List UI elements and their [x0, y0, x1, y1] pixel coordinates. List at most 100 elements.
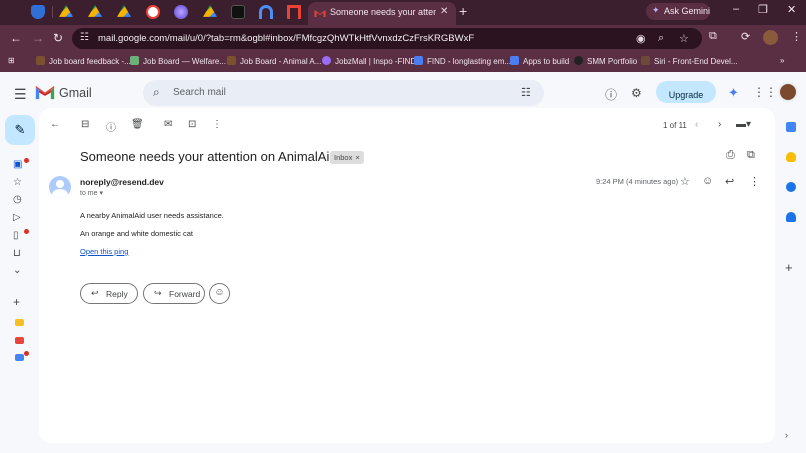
- active-tab[interactable]: Someone needs your attention on AnimalAi…: [308, 2, 456, 25]
- move-to-icon[interactable]: ⊡: [188, 119, 196, 130]
- tab-favicon-shield-icon[interactable]: [31, 5, 45, 19]
- more-chevron-down-icon[interactable]: ⌄: [13, 265, 21, 276]
- bookmark-label: JobzMall | Inspo -FIND: [335, 57, 417, 66]
- back-icon[interactable]: ←: [10, 31, 22, 45]
- tab-favicon-drive-icon[interactable]: [59, 5, 73, 17]
- main-menu-icon[interactable]: ☰: [14, 86, 27, 103]
- emoji-reaction-button[interactable]: ☺: [209, 283, 230, 304]
- extensions-icon[interactable]: ⧉: [709, 30, 717, 43]
- hide-side-panel-chevron-icon[interactable]: ›: [785, 430, 788, 440]
- new-tab-button[interactable]: +: [459, 3, 467, 19]
- back-to-inbox-icon[interactable]: ←: [50, 119, 60, 130]
- create-label-plus-icon[interactable]: +: [13, 295, 20, 309]
- report-spam-icon[interactable]: ⓘ: [106, 119, 116, 134]
- label-tag-icon[interactable]: [15, 319, 24, 326]
- gemini-spark-icon: ✦: [652, 5, 660, 15]
- tab-close-icon[interactable]: ✕: [440, 6, 448, 17]
- compose-button[interactable]: ✎: [5, 115, 35, 145]
- more-options-icon[interactable]: ⋮: [212, 119, 222, 130]
- notification-dot: [24, 158, 29, 163]
- forward-icon: ↪: [154, 288, 162, 298]
- close-window-button[interactable]: ✕: [787, 3, 796, 16]
- google-apps-icon[interactable]: ⋮⋮: [753, 85, 777, 99]
- browser-menu-icon[interactable]: ⋮: [791, 30, 802, 43]
- get-addons-plus-icon[interactable]: +: [785, 260, 793, 275]
- sync-icon[interactable]: ⟳: [741, 30, 750, 43]
- bookmark-favicon: [414, 56, 423, 65]
- inbox-icon[interactable]: ▣: [13, 159, 22, 170]
- tasks-icon[interactable]: [786, 182, 796, 192]
- bookmark-item[interactable]: JobzMall | Inspo -FIND: [322, 56, 416, 66]
- forward-icon[interactable]: →: [32, 31, 44, 45]
- add-reaction-emoji-icon[interactable]: ☺: [702, 175, 713, 187]
- search-icon[interactable]: ⌕: [153, 85, 160, 100]
- calendar-icon[interactable]: [786, 122, 796, 132]
- tab-favicon-drive-icon[interactable]: [88, 5, 102, 17]
- purchases-bag-icon[interactable]: ⊔: [13, 248, 21, 259]
- bookmark-star-icon[interactable]: ☆: [679, 32, 689, 45]
- eye-icon[interactable]: ◉: [636, 32, 646, 45]
- bookmarks-overflow-icon[interactable]: »: [780, 56, 784, 65]
- input-tools-keyboard-icon[interactable]: ▬▾: [736, 119, 751, 130]
- open-ping-link[interactable]: Open this ping: [80, 247, 128, 256]
- bookmark-item[interactable]: FIND - longlasting em...: [414, 56, 511, 66]
- archive-icon[interactable]: ⊟: [81, 119, 89, 130]
- newer-chevron-icon[interactable]: ‹: [695, 119, 698, 130]
- message-more-icon[interactable]: ⋮: [749, 175, 760, 188]
- bookmark-item[interactable]: Job board feedback -...: [36, 56, 131, 66]
- bookmark-item[interactable]: Apps to build: [510, 56, 569, 66]
- starred-icon[interactable]: ☆: [13, 177, 22, 188]
- label-tag-icon[interactable]: [15, 354, 24, 361]
- reply-arrow-icon[interactable]: ↩: [725, 175, 734, 188]
- search-input[interactable]: Search mail: [173, 87, 226, 98]
- apps-grid-icon[interactable]: ⊞: [8, 56, 15, 65]
- contacts-icon[interactable]: [786, 212, 796, 222]
- tab-favicon-dark-app-icon[interactable]: [231, 5, 245, 19]
- drafts-icon[interactable]: ▯: [13, 230, 19, 241]
- mark-unread-icon[interactable]: ✉: [164, 119, 172, 130]
- url-text[interactable]: mail.google.com/mail/u/0/?tab=rm&ogbl#in…: [98, 33, 474, 44]
- gemini-spark-icon[interactable]: ✦: [728, 85, 739, 101]
- delete-trash-icon[interactable]: 🗑: [131, 119, 144, 130]
- recipient-details[interactable]: to me ▾: [80, 189, 103, 197]
- sender-address[interactable]: noreply@resend.dev: [80, 177, 164, 187]
- reply-button[interactable]: ↩ Reply: [80, 283, 138, 304]
- account-avatar[interactable]: [778, 82, 798, 102]
- bookmark-item[interactable]: SMM Portfolio: [574, 56, 637, 66]
- settings-gear-icon[interactable]: ⚙: [631, 86, 642, 100]
- forward-button[interactable]: ↪ Forward: [143, 283, 205, 304]
- open-new-window-icon[interactable]: ⧉: [747, 149, 755, 162]
- tab-favicon-orb-icon[interactable]: [174, 5, 188, 19]
- bookmark-item[interactable]: Siri - Front-End Devel...: [641, 56, 738, 66]
- tab-favicon-google-icon[interactable]: [146, 5, 160, 19]
- site-info-icon[interactable]: ☷: [80, 32, 89, 43]
- star-icon[interactable]: ☆: [680, 175, 690, 188]
- upgrade-button[interactable]: Upgrade: [656, 81, 716, 103]
- bookmark-item[interactable]: Job Board — Welfare...: [130, 56, 226, 66]
- minimize-button[interactable]: –: [733, 3, 739, 15]
- search-bar[interactable]: ⌕ Search mail ☷: [143, 80, 544, 106]
- older-chevron-icon[interactable]: ›: [718, 119, 721, 130]
- tab-favicon-drive-icon[interactable]: [117, 5, 131, 17]
- keep-icon[interactable]: [786, 152, 796, 162]
- address-bar[interactable]: ☷ mail.google.com/mail/u/0/?tab=rm&ogbl#…: [72, 28, 702, 49]
- help-icon[interactable]: ⓘ: [605, 86, 617, 103]
- ask-gemini-button[interactable]: ✦ Ask Gemini: [646, 3, 710, 20]
- search-options-icon[interactable]: ☷: [521, 86, 531, 99]
- zoom-icon[interactable]: ⌕: [658, 32, 664, 45]
- gmail-logo-icon[interactable]: [35, 85, 55, 100]
- bookmark-item[interactable]: Job Board - Animal A...: [227, 56, 321, 66]
- sender-avatar[interactable]: [49, 176, 71, 198]
- profile-avatar-small[interactable]: [763, 30, 778, 45]
- label-tag-icon[interactable]: [15, 337, 24, 344]
- reload-icon[interactable]: ↻: [53, 31, 63, 45]
- remove-label-icon[interactable]: ×: [355, 153, 359, 162]
- inbox-label-chip[interactable]: Inbox ×: [330, 151, 364, 164]
- tab-favicon-drive-icon[interactable]: [203, 5, 217, 17]
- tab-favicon-gmail-icon[interactable]: [287, 5, 301, 19]
- maximize-button[interactable]: ❐: [758, 3, 768, 16]
- tab-favicon-arc-icon[interactable]: [259, 5, 273, 19]
- snoozed-clock-icon[interactable]: ◷: [13, 194, 22, 205]
- print-icon[interactable]: ⎙: [726, 149, 735, 162]
- sent-icon[interactable]: ▷: [13, 212, 21, 223]
